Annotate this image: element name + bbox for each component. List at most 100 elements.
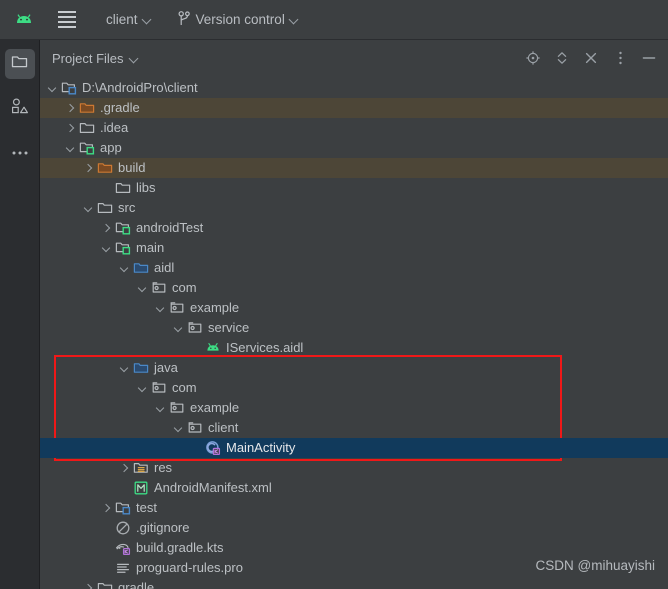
project-panel-header: Project Files <box>40 40 668 76</box>
module-green-icon <box>79 140 95 156</box>
resource-manager-button[interactable] <box>5 93 35 123</box>
watermark: CSDN @mihuayishi <box>535 558 655 573</box>
tree-row-label: app <box>100 140 122 155</box>
tree-row[interactable]: build <box>40 158 668 178</box>
tree-row-label: java <box>154 360 178 375</box>
tree-row[interactable]: service <box>40 318 668 338</box>
chevron-down-icon[interactable] <box>118 262 131 275</box>
chevron-right-icon[interactable] <box>118 462 131 475</box>
shapes-icon <box>11 97 29 119</box>
chevron-right-icon[interactable] <box>82 582 95 589</box>
project-view-selector[interactable]: Project Files <box>52 51 139 66</box>
chevron-right-icon[interactable] <box>100 502 113 515</box>
tree-row[interactable]: com <box>40 278 668 298</box>
tree-row-label: client <box>208 420 239 435</box>
tree-row[interactable]: java <box>40 358 668 378</box>
android-logo-icon <box>10 13 38 27</box>
tree-row[interactable]: androidTest <box>40 218 668 238</box>
tree-row-label: D:\AndroidPro\client <box>82 80 198 95</box>
tree-row-label: res <box>154 460 173 475</box>
manifest-m-icon <box>133 480 149 496</box>
tree-row-label: .gitignore <box>136 520 190 535</box>
tree-row[interactable]: aidl <box>40 258 668 278</box>
project-file-tree[interactable]: D:\AndroidPro\client .gradle .idea app build… <box>40 76 668 589</box>
gradle-kts-icon <box>115 540 131 556</box>
tree-row[interactable]: gradle <box>40 578 668 589</box>
chevron-down-icon[interactable] <box>118 362 131 375</box>
select-opened-file-button[interactable] <box>525 50 541 66</box>
tree-row[interactable]: build.gradle.kts <box>40 538 668 558</box>
tree-row[interactable]: example <box>40 298 668 318</box>
ellipsis-icon <box>11 143 29 161</box>
chevron-down-icon[interactable] <box>46 82 59 95</box>
chevron-down-icon <box>290 15 299 24</box>
tree-row[interactable]: libs <box>40 178 668 198</box>
version-control-widget[interactable]: Version control <box>174 7 303 33</box>
tree-row[interactable]: IServices.aidl <box>40 338 668 358</box>
chevron-down-icon[interactable] <box>154 302 167 315</box>
main-toolbar: client Version control <box>0 0 668 40</box>
folder-icon <box>11 54 28 74</box>
options-button[interactable] <box>612 50 628 66</box>
package-icon <box>169 400 185 416</box>
chevron-right-icon[interactable] <box>100 222 113 235</box>
tree-row[interactable]: client <box>40 418 668 438</box>
folder-blue-icon <box>133 260 149 276</box>
folder-orange-icon <box>97 160 113 176</box>
chevron-down-icon[interactable] <box>172 322 185 335</box>
chevron-down-icon <box>143 15 152 24</box>
tree-row[interactable]: src <box>40 198 668 218</box>
tree-row[interactable]: D:\AndroidPro\client <box>40 78 668 98</box>
folder-icon <box>97 580 113 589</box>
expand-collapse-button[interactable] <box>554 50 570 66</box>
more-tool-windows-button[interactable] <box>5 137 35 167</box>
tree-row-label: androidTest <box>136 220 204 235</box>
tree-row-label: libs <box>136 180 156 195</box>
tree-row[interactable]: main <box>40 238 668 258</box>
tree-row-label: IServices.aidl <box>226 340 304 355</box>
project-selector[interactable]: client <box>102 7 156 33</box>
project-panel-actions <box>525 50 659 66</box>
tree-row-label: src <box>118 200 136 215</box>
chevron-right-icon[interactable] <box>82 162 95 175</box>
kotlin-class-icon <box>205 440 221 456</box>
hamburger-menu-icon[interactable] <box>50 5 84 35</box>
tree-row[interactable]: example <box>40 398 668 418</box>
folder-orange-icon <box>79 100 95 116</box>
tree-row[interactable]: AndroidManifest.xml <box>40 478 668 498</box>
tree-row-label: MainActivity <box>226 440 296 455</box>
tree-row[interactable]: com <box>40 378 668 398</box>
tree-row[interactable]: test <box>40 498 668 518</box>
tree-row[interactable]: .idea <box>40 118 668 138</box>
project-tool-window-button[interactable] <box>4 49 35 79</box>
chevron-right-icon[interactable] <box>64 102 77 115</box>
tree-row[interactable]: .gitignore <box>40 518 668 538</box>
chevron-down-icon[interactable] <box>136 382 149 395</box>
chevron-down-icon[interactable] <box>100 242 113 255</box>
tree-row[interactable]: app <box>40 138 668 158</box>
project-tool-window: Project Files D:\AndroidPro\client .grad… <box>40 40 668 589</box>
collapse-all-button[interactable] <box>583 50 599 66</box>
version-control-label: Version control <box>195 12 285 27</box>
tree-row-label: main <box>136 240 165 255</box>
chevron-down-icon[interactable] <box>82 202 95 215</box>
tree-row-label: proguard-rules.pro <box>136 560 243 575</box>
chevron-down-icon[interactable] <box>172 422 185 435</box>
chevron-down-icon[interactable] <box>136 282 149 295</box>
chevron-down-icon[interactable] <box>64 142 77 155</box>
folder-icon <box>115 180 131 196</box>
folder-blue-icon <box>133 360 149 376</box>
hide-button[interactable] <box>641 50 657 66</box>
tree-row[interactable]: .gradle <box>40 98 668 118</box>
tree-row-label: test <box>136 500 157 515</box>
chevron-right-icon[interactable] <box>64 122 77 135</box>
chevron-down-icon[interactable] <box>154 402 167 415</box>
tree-row[interactable]: res <box>40 458 668 478</box>
tree-row-label: com <box>172 280 197 295</box>
tree-row[interactable]: MainActivity <box>40 438 668 458</box>
